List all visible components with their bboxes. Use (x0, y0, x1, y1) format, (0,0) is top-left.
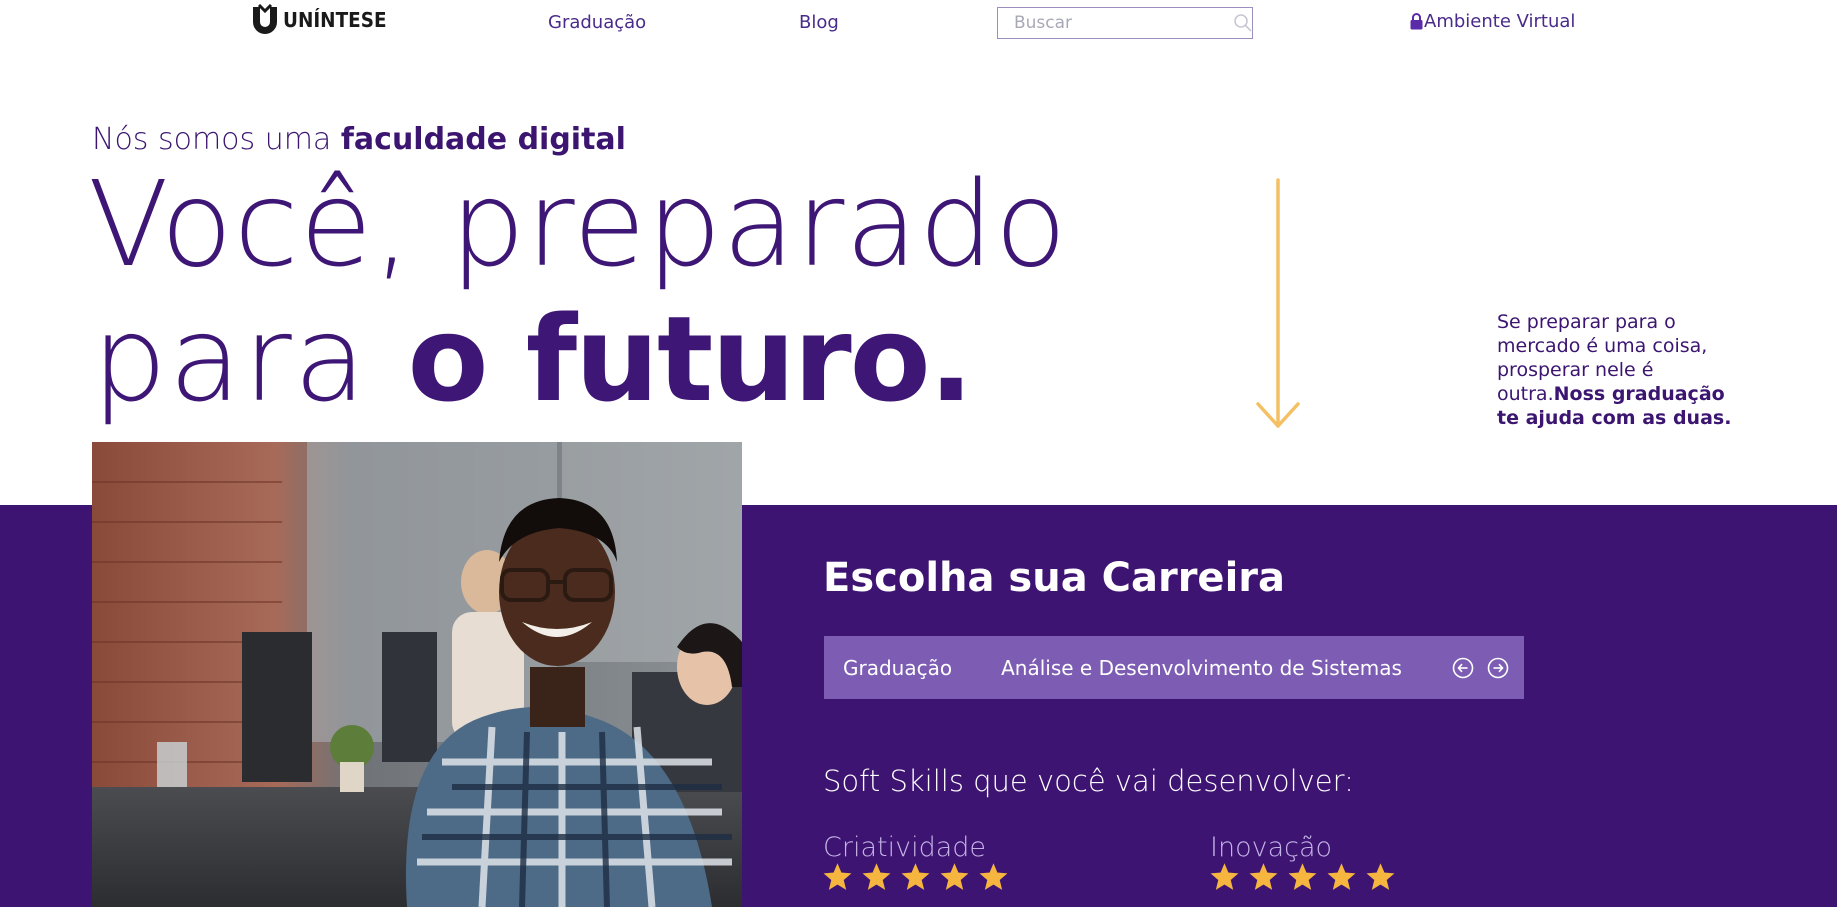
star-icon (979, 863, 1008, 890)
arrow-left-circle-icon[interactable] (1452, 657, 1474, 679)
star-icon (1327, 863, 1356, 890)
star-icon (1288, 863, 1317, 890)
arrow-down-icon (1256, 178, 1300, 428)
skill-rating (1210, 863, 1395, 892)
hero-headline-line2: para o futuro. (92, 294, 974, 425)
lock-icon (1410, 13, 1423, 30)
star-icon (862, 863, 891, 890)
star-icon (940, 863, 969, 890)
hero-side-text: Se preparar para o mercado é uma coisa, … (1497, 310, 1737, 430)
hero-subtitle-prefix: Nós somos uma (92, 122, 341, 157)
star-icon (1366, 863, 1395, 890)
career-title: Escolha sua Carreira (823, 555, 1285, 601)
hero-headline-line2-bold: o futuro. (407, 290, 974, 428)
arrow-right-circle-icon[interactable] (1487, 657, 1509, 679)
star-icon (823, 863, 852, 890)
logo[interactable]: UNÍNTESE (250, 4, 396, 36)
search-box (997, 7, 1253, 39)
nav-link-blog[interactable]: Blog (799, 12, 839, 33)
skill-name: Criatividade (823, 832, 987, 863)
nav-link-graduacao[interactable]: Graduação (548, 12, 646, 33)
virtual-environment-link[interactable]: Ambiente Virtual (1410, 11, 1575, 32)
search-icon[interactable] (1233, 8, 1253, 38)
skill-name: Inovação (1210, 832, 1333, 863)
skill-item: Inovação (1210, 832, 1395, 892)
soft-skills-title: Soft Skills que você vai desenvolver: (823, 764, 1354, 798)
logo-mark-icon (253, 4, 277, 34)
hero-headline-line1: Você, preparado (88, 155, 1068, 293)
logo-text: UNÍNTESE (283, 8, 387, 32)
virtual-environment-label: Ambiente Virtual (1424, 11, 1576, 32)
career-selector: Graduação Análise e Desenvolvimento de S… (824, 636, 1524, 699)
skill-rating (823, 863, 1008, 892)
skill-item: Criatividade (823, 832, 1008, 892)
star-icon (901, 863, 930, 890)
hero-subtitle-bold: faculdade digital (340, 122, 626, 157)
search-input[interactable] (998, 8, 1233, 38)
star-icon (1249, 863, 1278, 890)
student-photo (92, 442, 742, 907)
career-course[interactable]: Análise e Desenvolvimento de Sistemas (1001, 656, 1402, 680)
star-icon (1210, 863, 1239, 890)
hero-subtitle: Nós somos uma faculdade digital (92, 122, 626, 157)
hero-headline-line2-prefix: para (92, 290, 408, 428)
career-category[interactable]: Graduação (843, 656, 952, 680)
